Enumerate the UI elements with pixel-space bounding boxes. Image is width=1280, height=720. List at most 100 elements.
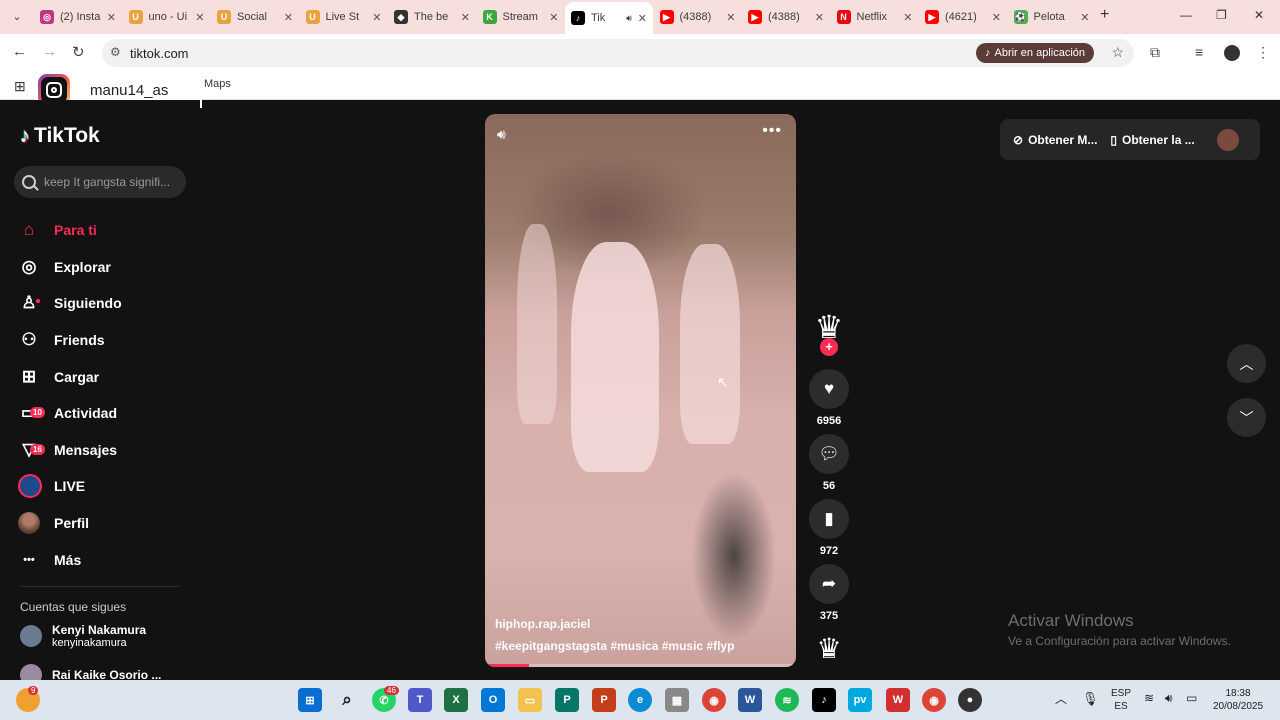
clock[interactable]: 18:38 20/08/2025 — [1208, 687, 1268, 713]
speaker-icon[interactable]: 🔊︎ — [1165, 692, 1173, 705]
search-input[interactable] — [44, 175, 180, 189]
calculator-icon[interactable]: ▦ — [665, 688, 689, 712]
chrome-icon[interactable]: ◉ — [702, 688, 726, 712]
following-item[interactable]: Kenyi Nakamura kenyinakamura — [20, 623, 146, 649]
follow-plus-icon[interactable]: + — [820, 338, 838, 356]
sidebar-item-más[interactable]: ••• Más — [18, 541, 122, 578]
tab-close-icon[interactable]: ✕ — [195, 11, 204, 24]
browser-tab[interactable]: U Social ✕ — [211, 4, 299, 30]
creator-avatar-button[interactable]: ♛ + — [808, 310, 850, 356]
browser-tab[interactable]: U Live St ✕ — [300, 4, 388, 30]
browser-tab[interactable]: K Stream ✕ — [477, 4, 565, 30]
bookmark-maps[interactable]: Maps — [204, 78, 231, 90]
tab-close-icon[interactable]: ✕ — [549, 11, 558, 24]
tray-chevron-icon[interactable]: ︿ — [1055, 693, 1067, 706]
minimize-button[interactable]: — — [1180, 8, 1192, 22]
volume-icon[interactable]: 🔊︎ — [497, 126, 506, 143]
tiktok-logo[interactable]: ♪ TikTok — [20, 124, 100, 148]
spotify-icon[interactable]: ≋ — [775, 688, 799, 712]
tiktok-app-icon[interactable]: ♪ — [812, 688, 836, 712]
media-controls-icon[interactable]: ≡ — [1195, 44, 1203, 60]
reload-icon[interactable]: ↻ — [72, 43, 85, 61]
user-avatar[interactable] — [1216, 128, 1239, 151]
new-tab-button[interactable]: + — [1100, 6, 1109, 24]
start-windows-icon[interactable]: ⊞ — [298, 688, 322, 712]
address-bar[interactable]: ⚙ tiktok.com ♪ Abrir en aplicación ☆ — [102, 39, 1134, 67]
sidebar-item-mensajes[interactable]: ▽ 16 Mensajes — [18, 432, 122, 469]
sidebar-item-perfil[interactable]: Perfil — [18, 505, 122, 542]
tab-close-icon[interactable]: ✕ — [992, 11, 1001, 24]
wps-icon[interactable]: W — [886, 688, 910, 712]
browser-tab[interactable]: Uuno - Ui ✕ — [123, 4, 211, 30]
battery-icon[interactable]: ▭ — [1186, 692, 1197, 705]
more-options-icon[interactable]: ••• — [762, 122, 782, 140]
file-explorer-icon[interactable]: ▭ — [518, 688, 542, 712]
restore-button[interactable]: ❐ — [1216, 8, 1227, 22]
tab-audio-icon[interactable]: 🔊︎ — [626, 13, 632, 24]
video-progress-bar[interactable] — [485, 664, 796, 667]
music-disc-button[interactable]: ♛ — [808, 632, 850, 666]
url-text[interactable]: tiktok.com — [130, 46, 189, 61]
bookmark-star-icon[interactable]: ☆ — [1111, 44, 1124, 61]
tab-close-icon[interactable]: ✕ — [1080, 11, 1089, 24]
save-button[interactable]: ▮ — [809, 499, 849, 539]
wifi-icon[interactable]: ≋ — [1144, 692, 1154, 705]
open-in-app-button[interactable]: ♪ Abrir en aplicación — [976, 43, 1094, 63]
tab-close-icon[interactable]: ✕ — [107, 11, 116, 24]
next-video-button[interactable]: ﹀ — [1227, 398, 1266, 437]
extensions-icon[interactable]: ⧉ — [1150, 44, 1160, 61]
edge-icon[interactable]: e — [628, 688, 652, 712]
close-window-button[interactable]: ✕ — [1254, 8, 1264, 22]
obs-icon[interactable]: ● — [958, 688, 982, 712]
forward-arrow-icon[interactable]: → — [42, 43, 57, 60]
video-author[interactable]: hiphop.rap.jaciel — [495, 617, 590, 631]
site-info-icon[interactable]: ⚙ — [110, 45, 121, 59]
teams-icon[interactable]: T — [408, 688, 432, 712]
browser-tab[interactable]: ▶ (4621) ✕ — [919, 4, 1007, 30]
tab-close-icon[interactable]: ✕ — [815, 11, 824, 24]
video-player[interactable]: 🔊︎ ••• ↖ hiphop.rap.jaciel #keepitgangst… — [485, 114, 796, 667]
search-box[interactable] — [14, 166, 186, 198]
sidebar-item-explorar[interactable]: ◎ Explorar — [18, 249, 122, 286]
back-arrow-icon[interactable]: ← — [12, 43, 27, 60]
browser-tab[interactable]: ⚽ Pelota ✕ — [1008, 4, 1096, 30]
word-icon[interactable]: W — [738, 688, 762, 712]
apps-grid-icon[interactable]: ⊞ — [14, 78, 26, 95]
tab-close-icon[interactable]: ✕ — [284, 11, 293, 24]
video-hashtags[interactable]: #keepitgangstagsta #musica #music #flyp — [495, 639, 734, 653]
comment-button[interactable]: 💬︎ — [809, 434, 849, 474]
tab-close-icon[interactable]: ✕ — [372, 11, 381, 24]
chrome-menu-icon[interactable]: ⋮ — [1256, 44, 1270, 61]
sidebar-item-siguiendo[interactable]: ♙ Siguiendo — [18, 285, 121, 322]
browser-tab[interactable]: N Netflix ✕ — [831, 4, 919, 30]
prime-video-icon[interactable]: pv — [848, 688, 872, 712]
outlook-icon[interactable]: O — [481, 688, 505, 712]
browser-tab[interactable]: ▶ (4388) ✕ — [654, 4, 742, 30]
sidebar-item-actividad[interactable]: ▭ 10 Actividad — [18, 395, 122, 432]
tab-close-icon[interactable]: ✕ — [726, 11, 735, 24]
previous-video-button[interactable]: ︿ — [1227, 344, 1266, 383]
chrome-active-icon[interactable]: ◉ — [922, 688, 946, 712]
powerpoint-icon[interactable]: P — [592, 688, 616, 712]
tab-search-chevron-icon[interactable]: ⌄ — [6, 7, 28, 27]
profile-avatar[interactable] — [1224, 45, 1240, 61]
sidebar-item-para-ti[interactable]: ⌂ Para ti — [18, 212, 122, 249]
publisher-icon[interactable]: P — [555, 688, 579, 712]
get-coins-button[interactable]: ⊘ Obtener M... — [1000, 133, 1097, 147]
tab-close-icon[interactable]: ✕ — [638, 12, 647, 25]
share-button[interactable]: ➦ — [809, 564, 849, 604]
tab-close-icon[interactable]: ✕ — [903, 11, 912, 24]
browser-tab[interactable]: ◆ The be ✕ — [388, 4, 476, 30]
taskbar-search-icon[interactable]: ⌕ — [335, 688, 359, 712]
sidebar-item-friends[interactable]: ⚇ Friends — [18, 322, 122, 359]
browser-tab[interactable]: ♪ Tik 🔊︎ ✕ — [565, 2, 653, 34]
language-indicator[interactable]: ESP ES — [1108, 687, 1134, 713]
tab-close-icon[interactable]: ✕ — [461, 11, 470, 24]
excel-icon[interactable]: X — [444, 688, 468, 712]
browser-tab[interactable]: ▶ (4388) ✕ — [742, 4, 830, 30]
browser-tab[interactable]: ◎ (2) Insta ✕ — [34, 4, 122, 30]
like-button[interactable]: ♥ — [809, 369, 849, 409]
get-app-button[interactable]: ▯ Obtener la ... — [1097, 133, 1194, 147]
sidebar-item-live[interactable]: LIVE — [18, 468, 122, 505]
microphone-icon[interactable]: 🎙︎ — [1082, 692, 1099, 705]
